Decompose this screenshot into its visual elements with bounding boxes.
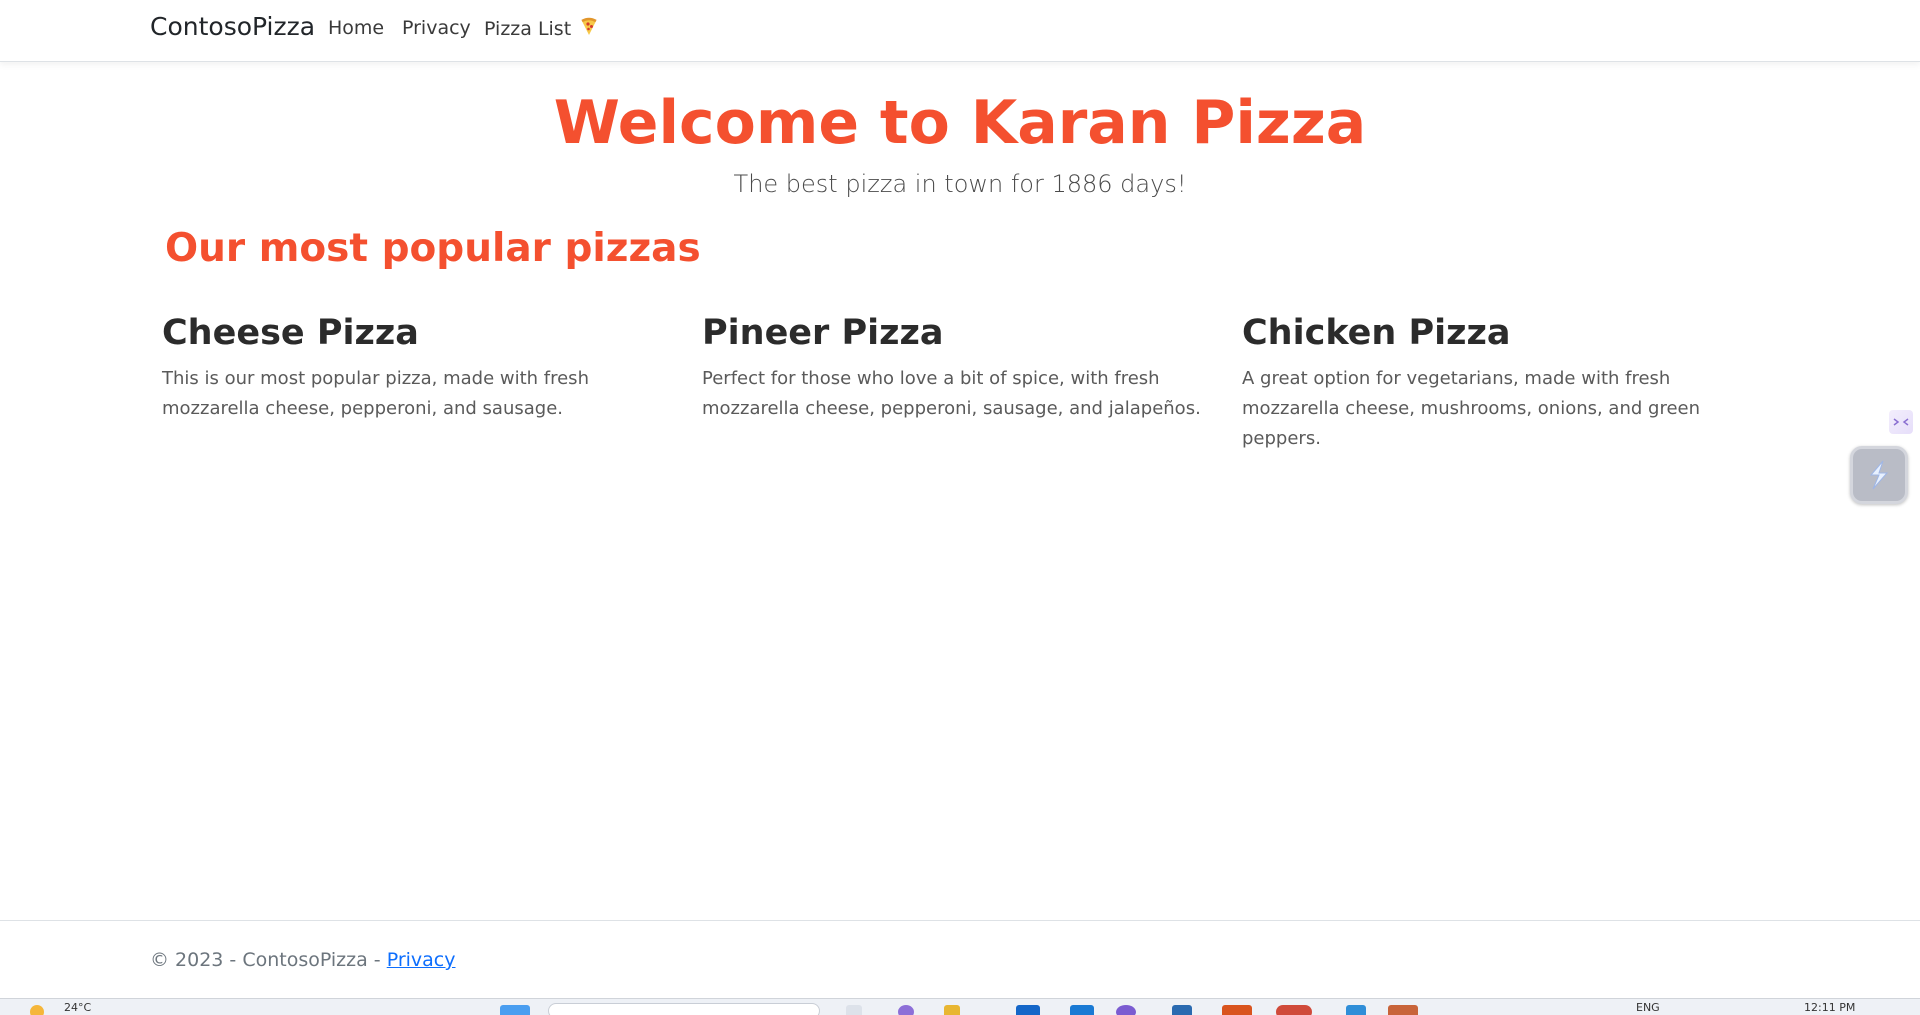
- powerpoint-icon[interactable]: [1222, 1005, 1252, 1015]
- footer-privacy-link[interactable]: Privacy: [387, 949, 456, 971]
- pizza-description: A great option for vegetarians, made wit…: [1242, 368, 1701, 449]
- start-icon[interactable]: [500, 1005, 530, 1015]
- extension-assistant-button[interactable]: [1850, 446, 1908, 504]
- pizza-name: Pineer Pizza: [702, 313, 944, 353]
- assistant-logo-icon: [1869, 460, 1889, 490]
- pizza-description: This is our most popular pizza, made wit…: [162, 368, 589, 419]
- language-indicator[interactable]: ENG: [1636, 1001, 1660, 1014]
- extension-collapse-icon[interactable]: [1889, 410, 1913, 434]
- pizza-name: Chicken Pizza: [1242, 313, 1511, 353]
- os-taskbar: 24°C ENG 12:11 PM: [0, 998, 1920, 1015]
- pizza-slice-icon: [581, 17, 597, 35]
- weather-icon[interactable]: [30, 1005, 44, 1015]
- page-footer: © 2023 - ContosoPizza - Privacy: [0, 920, 1920, 998]
- brand-link[interactable]: ContosoPizza: [150, 12, 315, 41]
- footer-copyright: © 2023 - ContosoPizza -: [150, 949, 387, 971]
- weather-temperature: 24°C: [64, 1001, 92, 1014]
- chevrons-icon: [1893, 418, 1909, 426]
- top-navbar: ContosoPizza Home Privacy Pizza List: [0, 0, 1920, 62]
- pizza-description: Perfect for those who love a bit of spic…: [702, 368, 1201, 419]
- page-subtitle: The best pizza in town for 1886 days!: [733, 170, 1187, 198]
- page-title: Welcome to Karan Pizza: [553, 88, 1367, 158]
- pizza-name: Cheese Pizza: [162, 313, 419, 353]
- clock-time[interactable]: 12:11 PM: [1804, 1001, 1855, 1014]
- app-grid-icon[interactable]: [1172, 1005, 1192, 1015]
- nav-privacy-link[interactable]: Privacy: [402, 17, 471, 39]
- paint-app-icon[interactable]: [1388, 1005, 1418, 1015]
- nav-pizza-list-link[interactable]: Pizza List: [484, 17, 599, 40]
- edge-icon[interactable]: [1070, 1005, 1094, 1015]
- task-view-icon[interactable]: [846, 1005, 862, 1015]
- pizza-card-pineer: Pineer Pizza Perfect for those who love …: [702, 312, 1222, 424]
- vscode-icon[interactable]: [1346, 1005, 1366, 1015]
- teams-icon[interactable]: [1116, 1005, 1136, 1015]
- chat-app-icon[interactable]: [898, 1005, 914, 1015]
- pizza-card-chicken: Chicken Pizza A great option for vegetar…: [1242, 312, 1762, 454]
- chrome-icon[interactable]: [1276, 1005, 1312, 1015]
- search-box[interactable]: [548, 1003, 820, 1015]
- outlook-icon[interactable]: [1016, 1005, 1040, 1015]
- nav-pizza-list-label: Pizza List: [484, 18, 572, 40]
- pizza-card-cheese: Cheese Pizza This is our most popular pi…: [162, 312, 682, 424]
- nav-home-link[interactable]: Home: [328, 17, 384, 39]
- popular-pizzas-heading: Our most popular pizzas: [165, 226, 701, 271]
- file-explorer-icon[interactable]: [944, 1005, 960, 1015]
- footer-text: © 2023 - ContosoPizza - Privacy: [150, 949, 456, 971]
